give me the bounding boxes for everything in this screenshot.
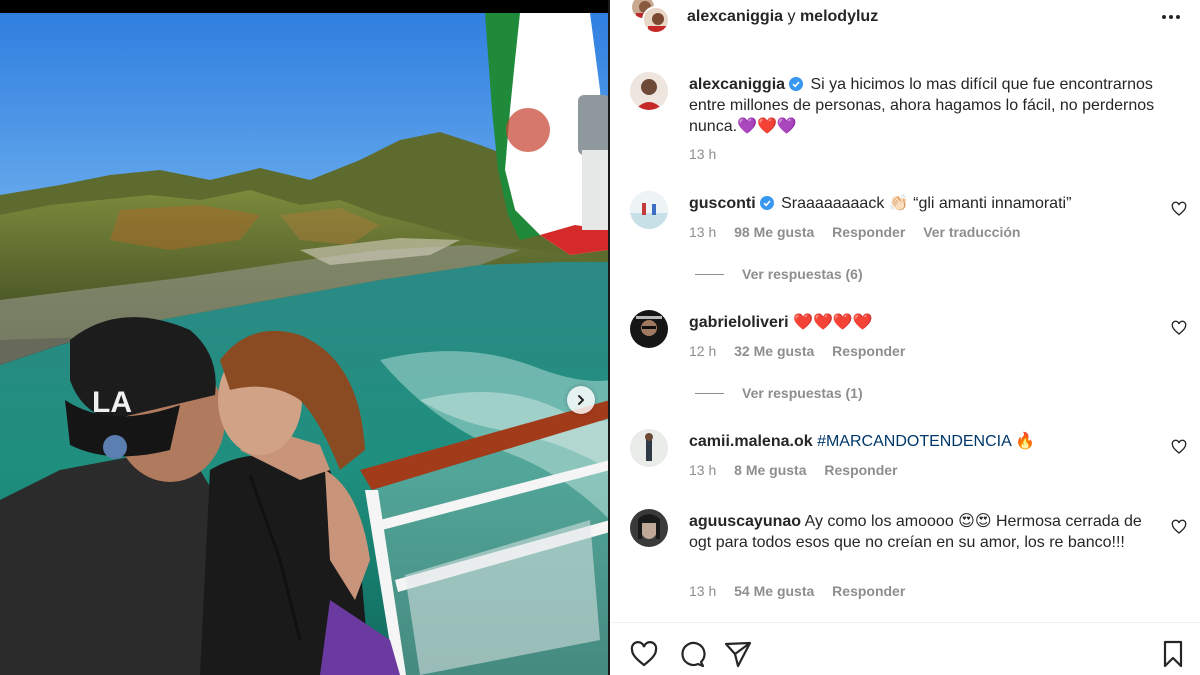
username-link[interactable]: melodyluz: [800, 8, 878, 25]
paper-plane-icon[interactable]: [723, 639, 753, 669]
comment-username[interactable]: aguuscayunao: [689, 513, 801, 530]
bookmark-icon[interactable]: [1158, 639, 1188, 669]
timestamp[interactable]: 13 h: [689, 583, 716, 599]
avatar[interactable]: [630, 509, 668, 547]
photo-top-bar: [0, 0, 610, 13]
post-side-panel: alexcaniggia y melodyluz alexcaniggia Si…: [611, 0, 1200, 675]
heart-icon[interactable]: [629, 639, 659, 669]
avatar[interactable]: [630, 191, 668, 229]
conjunction: y: [787, 8, 796, 25]
username-link[interactable]: alexcaniggia: [687, 8, 783, 25]
caption-meta: 13 h: [689, 146, 730, 162]
post-header: alexcaniggia y melodyluz: [611, 0, 1200, 34]
collab-avatars[interactable]: [628, 0, 670, 38]
comment-meta: 13 h 54 Me gusta Responder: [689, 583, 919, 599]
post-photo[interactable]: LA: [0, 0, 610, 675]
likes-count[interactable]: 8 Me gusta: [734, 462, 806, 478]
verified-badge-icon: [759, 196, 774, 210]
comment-icon[interactable]: [676, 639, 706, 669]
more-options-button[interactable]: [1159, 6, 1183, 28]
timestamp[interactable]: 13 h: [689, 224, 716, 240]
like-comment-heart-icon[interactable]: [1171, 320, 1187, 336]
comment-text: ❤️❤️❤️❤️: [793, 314, 873, 331]
comment-text: Sraaaaaaaack 👏🏻 “gli amanti innamorati”: [781, 195, 1072, 212]
verified-badge-icon: [789, 77, 804, 91]
timestamp[interactable]: 13 h: [689, 462, 716, 478]
avatar[interactable]: [630, 72, 668, 110]
reply-button[interactable]: Responder: [832, 343, 905, 359]
likes-count[interactable]: 32 Me gusta: [734, 343, 814, 359]
avatar-melodyluz-small[interactable]: [642, 6, 670, 34]
like-comment-heart-icon[interactable]: [1171, 439, 1187, 455]
comment-meta: 13 h 8 Me gusta Responder: [689, 462, 912, 478]
replies-line: [695, 393, 724, 394]
view-replies-label: Ver respuestas (1): [742, 385, 863, 401]
photo-scene: LA: [0, 13, 610, 675]
like-comment-heart-icon[interactable]: [1171, 519, 1187, 535]
comment-username[interactable]: camii.malena.ok: [689, 433, 813, 450]
comment-meta: 12 h 32 Me gusta Responder: [689, 343, 919, 359]
next-photo-button[interactable]: [567, 386, 595, 414]
likes-count[interactable]: 98 Me gusta: [734, 224, 814, 240]
post-collaborators: alexcaniggia y melodyluz: [687, 8, 878, 26]
comment-username[interactable]: gabrieloliveri: [689, 314, 789, 331]
likes-count[interactable]: 54 Me gusta: [734, 583, 814, 599]
timestamp[interactable]: 12 h: [689, 343, 716, 359]
avatar[interactable]: [630, 310, 668, 348]
chevron-right-icon: [578, 395, 584, 405]
translate-button[interactable]: Ver traducción: [923, 224, 1020, 240]
comment-emoji: 🔥: [1015, 433, 1036, 450]
like-comment-heart-icon[interactable]: [1171, 201, 1187, 217]
comment-meta: 13 h 98 Me gusta Responder Ver traducció…: [689, 224, 1034, 240]
comment-username[interactable]: gusconti: [689, 195, 756, 212]
reply-button[interactable]: Responder: [824, 462, 897, 478]
more-horizontal-icon: [1162, 15, 1180, 19]
avatar[interactable]: [630, 429, 668, 467]
hashtag-link[interactable]: #MARCANDOTENDENCIA: [817, 433, 1011, 450]
timestamp[interactable]: 13 h: [689, 146, 716, 162]
post-action-bar: [611, 622, 1200, 675]
reply-button[interactable]: Responder: [832, 583, 905, 599]
view-replies-button[interactable]: Ver respuestas (6): [695, 266, 863, 282]
svg-text:LA: LA: [92, 386, 132, 419]
view-replies-label: Ver respuestas (6): [742, 266, 863, 282]
photo-divider: [608, 0, 610, 675]
caption-username[interactable]: alexcaniggia: [689, 76, 785, 93]
replies-line: [695, 274, 724, 275]
reply-button[interactable]: Responder: [832, 224, 905, 240]
view-replies-button[interactable]: Ver respuestas (1): [695, 385, 863, 401]
